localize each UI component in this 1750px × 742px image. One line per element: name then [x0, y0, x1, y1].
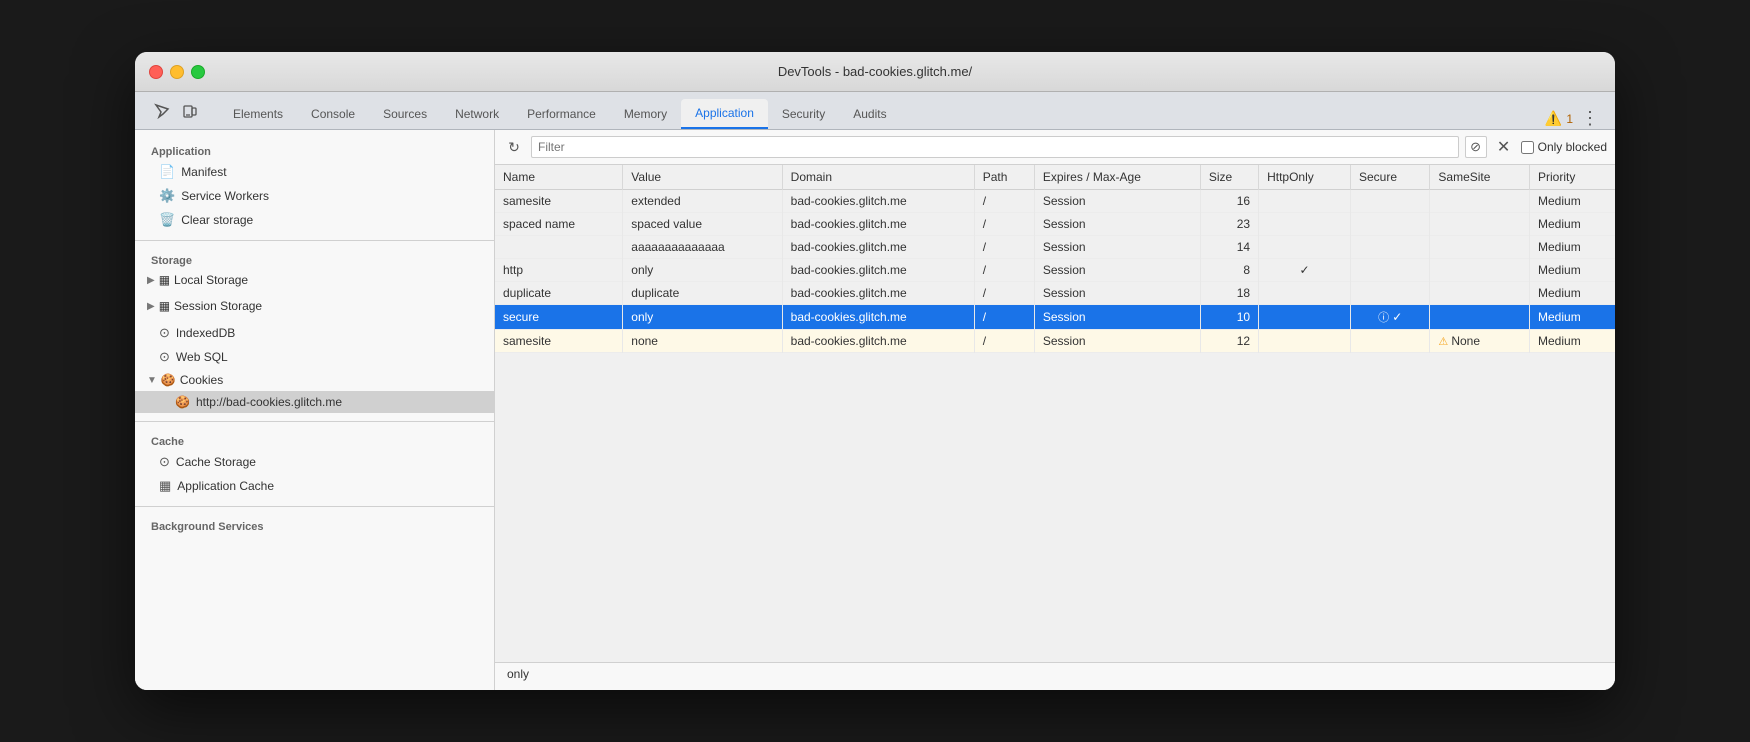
session-storage-icon: ▦ — [159, 299, 170, 313]
sidebar-background-services-header: Background Services — [135, 515, 494, 535]
table-body: samesiteextendedbad-cookies.glitch.me/Se… — [495, 190, 1615, 353]
indexed-db-icon: ⊙ — [159, 325, 170, 341]
sidebar-item-cache-storage[interactable]: ⊙ Cache Storage — [135, 450, 494, 474]
warning-triangle-icon: ⚠️ — [1545, 110, 1562, 127]
web-sql-icon: ⊙ — [159, 349, 170, 365]
chevron-down-icon: ▼ — [147, 375, 157, 386]
tabs-bar: Elements Console Sources Network Perform… — [135, 92, 1615, 130]
sidebar-item-local-storage[interactable]: ▶ ▦ Local Storage — [135, 269, 494, 291]
window-title: DevTools - bad-cookies.glitch.me/ — [778, 64, 972, 79]
table-header: Name Value Domain Path Expires / Max-Age… — [495, 165, 1615, 190]
minimize-button[interactable] — [170, 65, 184, 79]
only-blocked-label[interactable]: Only blocked — [1521, 140, 1607, 154]
tab-network[interactable]: Network — [441, 99, 513, 129]
cookies-table-container: Name Value Domain Path Expires / Max-Age… — [495, 165, 1615, 662]
cache-storage-icon: ⊙ — [159, 454, 170, 470]
tab-application[interactable]: Application — [681, 99, 768, 129]
table-row[interactable]: spaced namespaced valuebad-cookies.glitc… — [495, 213, 1615, 236]
col-value[interactable]: Value — [623, 165, 782, 190]
more-options-button[interactable]: ⋮ — [1581, 108, 1599, 129]
table-row[interactable]: samesitenonebad-cookies.glitch.me/Sessio… — [495, 330, 1615, 353]
col-httponly[interactable]: HttpOnly — [1259, 165, 1351, 190]
tab-security[interactable]: Security — [768, 99, 839, 129]
clear-storage-icon: 🗑️ — [159, 212, 175, 228]
col-name[interactable]: Name — [495, 165, 623, 190]
chevron-right-icon: ▶ — [147, 275, 155, 286]
tab-memory[interactable]: Memory — [610, 99, 681, 129]
tab-audits[interactable]: Audits — [839, 99, 900, 129]
sidebar-item-clear-storage[interactable]: 🗑️ Clear storage — [135, 208, 494, 232]
col-size[interactable]: Size — [1200, 165, 1258, 190]
chevron-right-icon-2: ▶ — [147, 301, 155, 312]
sidebar-application-header: Application — [135, 140, 494, 160]
tab-sources[interactable]: Sources — [369, 99, 441, 129]
only-blocked-checkbox[interactable] — [1521, 141, 1534, 154]
sidebar-item-application-cache[interactable]: ▦ Application Cache — [135, 474, 494, 498]
col-samesite[interactable]: SameSite — [1430, 165, 1530, 190]
manifest-icon: 📄 — [159, 164, 175, 180]
title-bar: DevTools - bad-cookies.glitch.me/ — [135, 52, 1615, 92]
sidebar-item-session-storage[interactable]: ▶ ▦ Session Storage — [135, 295, 494, 317]
tab-icon-area — [143, 92, 209, 129]
tab-bar-right: ⚠️ 1 ⋮ — [1545, 108, 1607, 129]
devtools-window: DevTools - bad-cookies.glitch.me/ Elemen… — [135, 52, 1615, 690]
clear-filter-button[interactable]: ✕ — [1493, 136, 1515, 158]
sidebar-item-cookies[interactable]: ▼ 🍪 Cookies — [135, 369, 494, 391]
warning-badge[interactable]: ⚠️ 1 — [1545, 110, 1573, 127]
filter-input[interactable] — [531, 136, 1459, 158]
filter-bar: ↻ ⊘ ✕ Only blocked — [495, 130, 1615, 165]
session-storage-group: ▶ ▦ Session Storage — [135, 295, 494, 317]
col-secure[interactable]: Secure — [1351, 165, 1430, 190]
table-row[interactable]: secureonlybad-cookies.glitch.me/Session1… — [495, 305, 1615, 330]
table-row[interactable]: aaaaaaaaaaaaaabad-cookies.glitch.me/Sess… — [495, 236, 1615, 259]
device-icon[interactable] — [179, 100, 201, 122]
sidebar: Application 📄 Manifest ⚙️ Service Worker… — [135, 130, 495, 690]
col-priority[interactable]: Priority — [1530, 165, 1615, 190]
table-row[interactable]: samesiteextendedbad-cookies.glitch.me/Se… — [495, 190, 1615, 213]
sidebar-storage-header: Storage — [135, 249, 494, 269]
bottom-value-text: only — [507, 667, 529, 681]
table-row[interactable]: httponlybad-cookies.glitch.me/Session8✓M… — [495, 259, 1615, 282]
cookies-icon: 🍪 — [161, 373, 176, 387]
filter-blocked-button[interactable]: ⊘ — [1465, 136, 1487, 158]
inspect-icon[interactable] — [151, 100, 173, 122]
main-panel: ↻ ⊘ ✕ Only blocked Name Value Domain — [495, 130, 1615, 690]
sidebar-item-manifest[interactable]: 📄 Manifest — [135, 160, 494, 184]
bottom-bar: only — [495, 662, 1615, 690]
cookies-group: ▼ 🍪 Cookies 🍪 http://bad-cookies.glitch.… — [135, 369, 494, 413]
cookies-table: Name Value Domain Path Expires / Max-Age… — [495, 165, 1615, 353]
col-path[interactable]: Path — [974, 165, 1034, 190]
divider-3 — [135, 506, 494, 507]
local-storage-group: ▶ ▦ Local Storage — [135, 269, 494, 291]
sidebar-cache-header: Cache — [135, 430, 494, 450]
tab-performance[interactable]: Performance — [513, 99, 610, 129]
sidebar-item-web-sql[interactable]: ⊙ Web SQL — [135, 345, 494, 369]
close-button[interactable] — [149, 65, 163, 79]
sidebar-item-service-workers[interactable]: ⚙️ Service Workers — [135, 184, 494, 208]
sidebar-item-indexed-db[interactable]: ⊙ IndexedDB — [135, 321, 494, 345]
table-row[interactable]: duplicateduplicatebad-cookies.glitch.me/… — [495, 282, 1615, 305]
divider-1 — [135, 240, 494, 241]
service-workers-icon: ⚙️ — [159, 188, 175, 204]
application-cache-icon: ▦ — [159, 478, 171, 494]
col-expires[interactable]: Expires / Max-Age — [1034, 165, 1200, 190]
refresh-button[interactable]: ↻ — [503, 136, 525, 158]
traffic-lights — [149, 65, 205, 79]
sidebar-item-cookies-url[interactable]: 🍪 http://bad-cookies.glitch.me — [135, 391, 494, 413]
maximize-button[interactable] — [191, 65, 205, 79]
tab-console[interactable]: Console — [297, 99, 369, 129]
content-area: Application 📄 Manifest ⚙️ Service Worker… — [135, 130, 1615, 690]
tab-elements[interactable]: Elements — [219, 99, 297, 129]
divider-2 — [135, 421, 494, 422]
col-domain[interactable]: Domain — [782, 165, 974, 190]
cookie-url-icon: 🍪 — [175, 395, 190, 409]
local-storage-icon: ▦ — [159, 273, 170, 287]
